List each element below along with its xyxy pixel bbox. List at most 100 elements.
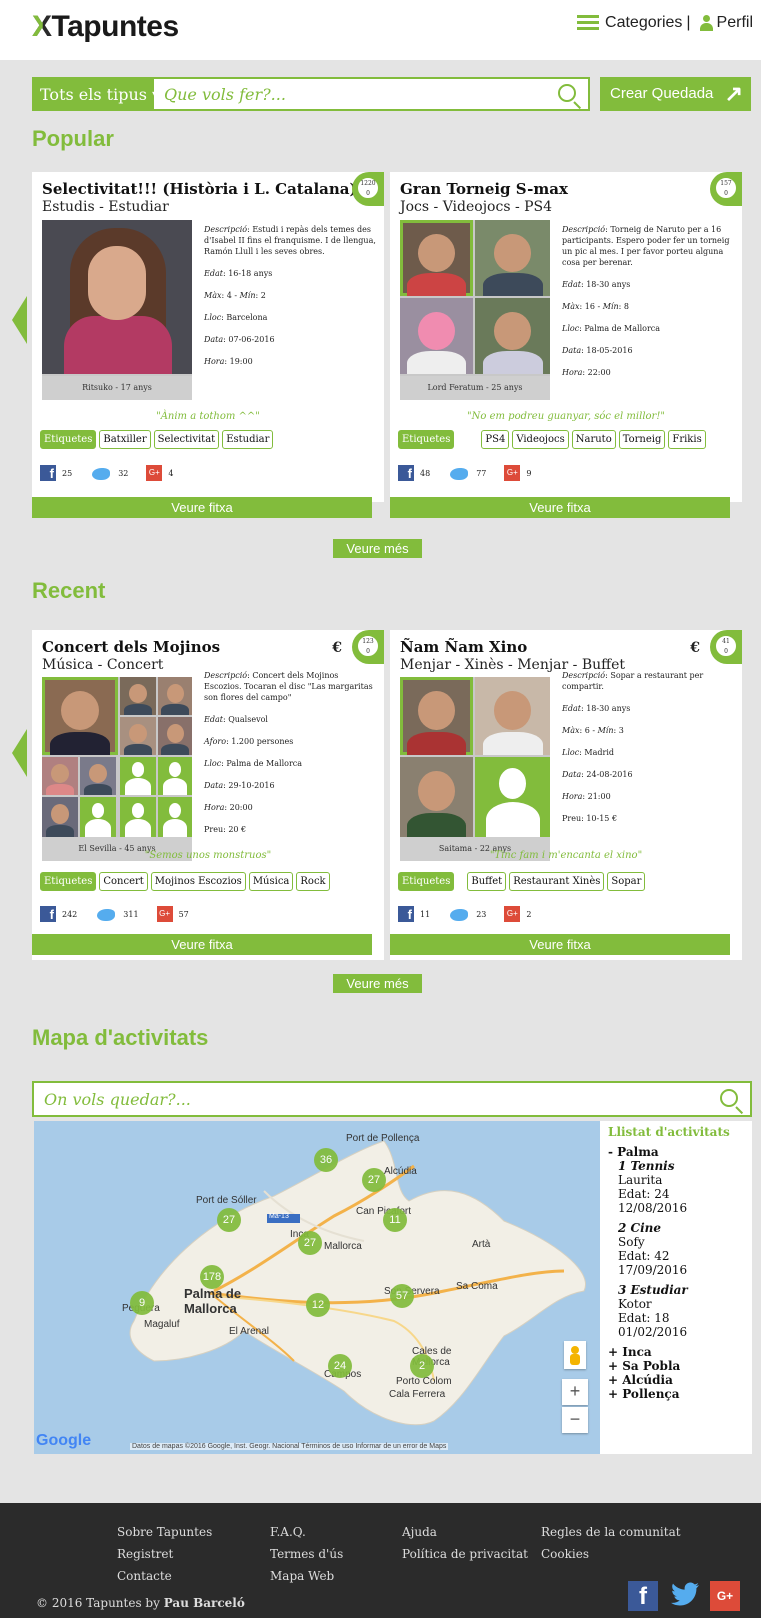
view-card-button[interactable]: Veure fitxa xyxy=(32,497,372,518)
participant-photo[interactable] xyxy=(158,717,192,755)
map-cluster[interactable]: 9 xyxy=(130,1291,154,1315)
see-more-recent-button[interactable]: Veure més xyxy=(333,974,422,993)
activity-list-item[interactable]: 2 Cine Sofy Edat: 42 17/09/2016 xyxy=(618,1221,744,1277)
view-card-button[interactable]: Veure fitxa xyxy=(390,934,730,955)
map-cluster[interactable]: 36 xyxy=(314,1148,338,1172)
tag[interactable]: PS4 xyxy=(481,430,510,449)
card-title[interactable]: Concert dels Mojinos xyxy=(42,638,220,656)
tag[interactable]: Mojinos Escozios xyxy=(150,872,246,891)
see-more-popular-button[interactable]: Veure més xyxy=(333,539,422,558)
carousel-prev-popular[interactable] xyxy=(12,296,27,344)
participants-photos[interactable]: El Sevilla - 45 anys xyxy=(42,677,192,861)
map-cluster[interactable]: 24 xyxy=(328,1354,352,1378)
profile-link[interactable]: Perfil xyxy=(717,14,753,32)
footer-link[interactable]: Registret xyxy=(117,1543,212,1565)
participant-photo[interactable] xyxy=(400,298,473,374)
tag[interactable]: Estudiar xyxy=(222,430,274,449)
organizer-photo[interactable]: Ritsuko - 17 anys xyxy=(42,220,192,400)
footer-link[interactable]: Mapa Web xyxy=(270,1565,343,1587)
participants-photos[interactable]: Saitama - 22 anys xyxy=(400,677,550,861)
participant-photo[interactable] xyxy=(120,717,156,755)
participant-photo[interactable] xyxy=(475,677,550,755)
activity-list-item[interactable]: 3 Estudiar Kotor Edat: 18 01/02/2016 xyxy=(618,1283,744,1339)
categories-link[interactable]: Categories xyxy=(605,14,682,32)
map-cluster[interactable]: 27 xyxy=(362,1168,386,1192)
participant-photo[interactable] xyxy=(158,677,192,715)
tag[interactable]: Música xyxy=(248,872,294,891)
zoom-out-button[interactable]: − xyxy=(562,1407,588,1433)
participant-photo[interactable] xyxy=(120,677,156,715)
footer-link[interactable]: Regles de la comunitat xyxy=(541,1521,681,1543)
type-select[interactable]: Tots els tipus ▾ xyxy=(34,79,160,109)
twitter-icon[interactable] xyxy=(448,465,470,481)
tag[interactable]: Selectivitat xyxy=(153,430,220,449)
tag[interactable]: Torneig xyxy=(618,430,666,449)
search-input[interactable] xyxy=(154,79,588,109)
participant-photo[interactable] xyxy=(42,677,118,755)
twitter-icon[interactable] xyxy=(669,1581,699,1611)
map-cluster[interactable]: 12 xyxy=(306,1293,330,1317)
tag[interactable]: Naruto xyxy=(571,430,616,449)
map-cluster[interactable]: 27 xyxy=(298,1231,322,1255)
participant-photo[interactable] xyxy=(400,220,473,296)
footer-link[interactable]: Ajuda xyxy=(402,1521,528,1543)
participants-photos[interactable]: Lord Feratum - 25 anys xyxy=(400,220,550,400)
footer-link[interactable]: Cookies xyxy=(541,1543,681,1565)
map-cluster[interactable]: 2 xyxy=(410,1354,434,1378)
footer-link[interactable]: Sobre Tapuntes xyxy=(117,1521,212,1543)
facebook-icon[interactable]: f xyxy=(40,906,56,922)
card-title[interactable]: Ñam Ñam Xino xyxy=(400,638,527,656)
twitter-icon[interactable] xyxy=(95,906,117,922)
street-view-icon[interactable] xyxy=(564,1341,586,1369)
tag[interactable]: Videojocs xyxy=(512,430,569,449)
activities-map[interactable]: Port de Pollença Alcúdia Port de Sóller … xyxy=(34,1121,600,1454)
google-plus-icon[interactable]: G+ xyxy=(146,465,163,481)
tapuntes-logo[interactable]: X X Tapuntes xyxy=(32,10,179,44)
tag[interactable]: Concert xyxy=(99,872,148,891)
participant-photo[interactable] xyxy=(475,220,550,296)
card-title[interactable]: Gran Torneig S-max xyxy=(400,180,568,198)
view-card-button[interactable]: Veure fitxa xyxy=(32,934,372,955)
footer-link[interactable]: Termes d'ús xyxy=(270,1543,343,1565)
carousel-prev-recent[interactable] xyxy=(12,729,27,777)
tag[interactable]: Sopar xyxy=(607,872,646,891)
participant-photo[interactable] xyxy=(400,757,473,837)
participant-photo[interactable] xyxy=(42,757,78,795)
twitter-icon[interactable] xyxy=(448,906,470,922)
tag[interactable]: Restaurant Xinès xyxy=(509,872,605,891)
city-item[interactable]: + Pollença xyxy=(608,1387,744,1401)
search-icon[interactable] xyxy=(558,84,576,102)
map-cluster[interactable]: 11 xyxy=(383,1208,407,1232)
footer-link[interactable]: F.A.Q. xyxy=(270,1521,343,1543)
menu-icon[interactable] xyxy=(577,15,600,31)
card-title[interactable]: Selectivitat!!! (Història i L. Catalana) xyxy=(42,180,357,198)
google-plus-icon[interactable]: G+ xyxy=(156,906,173,922)
participant-photo[interactable] xyxy=(475,298,550,374)
city-item[interactable]: + Alcúdia xyxy=(608,1373,744,1387)
facebook-icon[interactable]: f xyxy=(398,906,414,922)
footer-link[interactable]: Política de privacitat xyxy=(402,1543,528,1565)
city-item[interactable]: - Palma xyxy=(608,1145,744,1159)
city-item[interactable]: + Inca xyxy=(608,1345,744,1359)
map-search-input[interactable] xyxy=(34,1083,750,1115)
map-credits[interactable]: Datos de mapas ©2016 Google, Inst. Geogr… xyxy=(130,1443,449,1450)
view-card-button[interactable]: Veure fitxa xyxy=(390,497,730,518)
facebook-icon[interactable]: f xyxy=(628,1581,658,1611)
google-plus-icon[interactable]: G+ xyxy=(504,906,521,922)
participant-photo[interactable] xyxy=(80,757,116,795)
activity-list-item[interactable]: 1 Tennis Laurita Edat: 24 12/08/2016 xyxy=(618,1159,744,1215)
map-cluster[interactable]: 57 xyxy=(390,1284,414,1308)
map-cluster[interactable]: 27 xyxy=(217,1208,241,1232)
zoom-in-button[interactable]: + xyxy=(562,1379,588,1405)
footer-link[interactable]: Contacte xyxy=(117,1565,212,1587)
search-icon[interactable] xyxy=(720,1089,738,1107)
tag[interactable]: Frikis xyxy=(668,430,706,449)
participant-photo[interactable] xyxy=(400,677,473,755)
user-icon[interactable] xyxy=(699,15,713,31)
tag[interactable]: Batxiller xyxy=(99,430,151,449)
tag[interactable]: Rock xyxy=(296,872,330,891)
google-plus-icon[interactable]: G+ xyxy=(710,1581,740,1611)
google-plus-icon[interactable]: G+ xyxy=(504,465,521,481)
map-cluster[interactable]: 178 xyxy=(200,1265,224,1289)
city-item[interactable]: + Sa Pobla xyxy=(608,1359,744,1373)
